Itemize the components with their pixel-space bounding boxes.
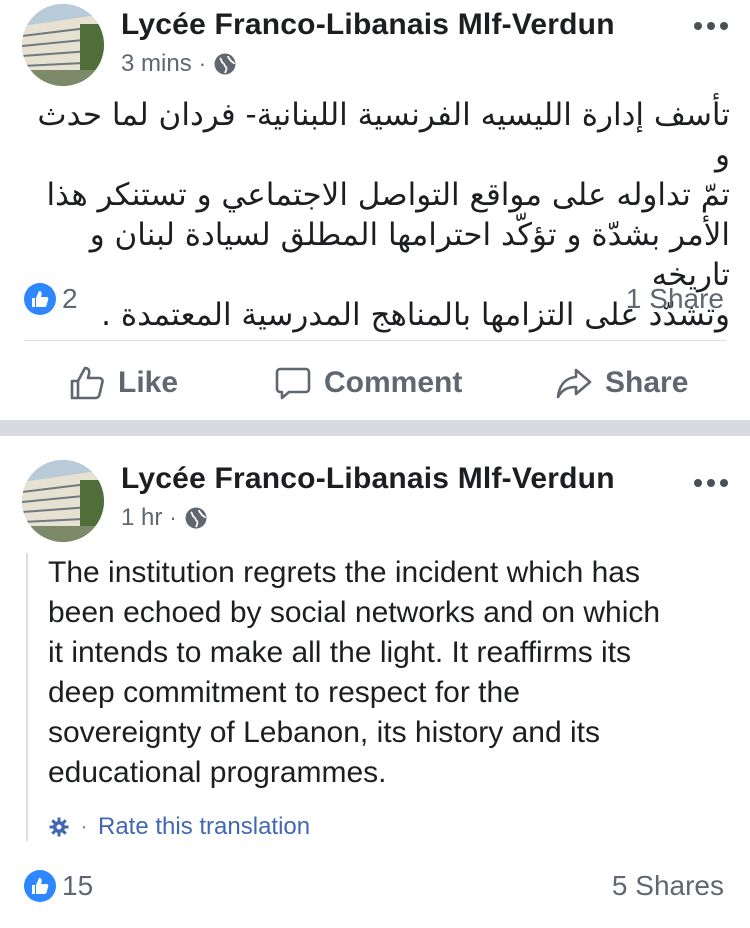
- globe-icon: [214, 53, 236, 75]
- page-name-link[interactable]: Lycée Franco-Libanais Mlf-Verdun: [121, 8, 615, 42]
- post-body: تأسف إدارة الليسيه الفرنسية اللبنانية- ف…: [18, 95, 730, 335]
- like-reaction-icon: [24, 870, 56, 902]
- divider: [24, 340, 726, 341]
- meta-separator: ·: [198, 51, 207, 76]
- translated-line: been echoed by social networks and on wh…: [48, 596, 661, 629]
- share-label: Share: [605, 366, 689, 399]
- more-options-icon[interactable]: [694, 478, 728, 488]
- comment-label: Comment: [324, 366, 463, 399]
- like-count: 15: [62, 870, 94, 901]
- comment-button[interactable]: Comment: [274, 358, 462, 408]
- share-count-link[interactable]: 1 Share: [626, 283, 724, 315]
- share-arrow-icon: [556, 368, 592, 399]
- translated-line: it intends to make all the light. It rea…: [48, 636, 632, 669]
- translated-text: The institution regrets the incident whi…: [48, 553, 738, 793]
- translated-line: sovereignty of Lebanon, its history and …: [48, 716, 600, 749]
- post-meta: 1 hr ·: [121, 504, 208, 532]
- post-card: Lycée Franco-Libanais Mlf-Verdun 1 hr · …: [0, 436, 750, 928]
- rate-translation-link[interactable]: Rate this translation: [98, 813, 310, 841]
- share-count-link[interactable]: 5 Shares: [612, 870, 724, 902]
- post-timestamp[interactable]: 3 mins: [121, 50, 192, 78]
- post-timestamp[interactable]: 1 hr: [121, 504, 162, 532]
- translated-line: deep commitment to respect for the: [48, 676, 520, 709]
- translation-block: The institution regrets the incident whi…: [26, 553, 726, 841]
- more-options-icon[interactable]: [694, 21, 728, 31]
- reactions-summary[interactable]: 2: [24, 283, 78, 315]
- post-body-line: وتشدّد على التزامها بالمناهج المدرسية ال…: [101, 297, 730, 333]
- feed-separator: [0, 420, 750, 436]
- reactions-summary[interactable]: 15: [24, 870, 93, 902]
- like-reaction-icon: [24, 283, 56, 315]
- translated-line: educational programmes.: [48, 756, 387, 789]
- post-card: Lycée Franco-Libanais Mlf-Verdun 3 mins …: [0, 0, 750, 420]
- gear-icon[interactable]: [48, 816, 70, 838]
- globe-icon: [185, 507, 207, 529]
- like-count: 2: [62, 283, 78, 314]
- rate-translation-row: · Rate this translation: [48, 813, 726, 841]
- post-body-line: الأمر بشدّة و تؤكّد احترامها المطلق لسيا…: [89, 217, 730, 293]
- comment-icon: [275, 367, 311, 400]
- post-body-line: تأسف إدارة الليسيه الفرنسية اللبنانية- ف…: [37, 97, 730, 173]
- rate-separator: ·: [80, 813, 88, 840]
- post-meta: 3 mins ·: [121, 50, 237, 78]
- page-avatar[interactable]: [22, 460, 104, 542]
- like-label: Like: [118, 366, 179, 399]
- meta-separator: ·: [169, 505, 177, 530]
- like-button[interactable]: Like: [68, 358, 178, 408]
- thumbs-up-icon: [70, 366, 104, 400]
- post-body-line: تمّ تداوله على مواقع التواصل الاجتماعي و…: [46, 177, 730, 213]
- post-actions-bar: Like Comment Share: [0, 358, 750, 408]
- page-avatar[interactable]: [22, 4, 104, 86]
- share-button[interactable]: Share: [555, 358, 688, 408]
- page-name-link[interactable]: Lycée Franco-Libanais Mlf-Verdun: [121, 462, 615, 496]
- translated-line: The institution regrets the incident whi…: [48, 556, 640, 589]
